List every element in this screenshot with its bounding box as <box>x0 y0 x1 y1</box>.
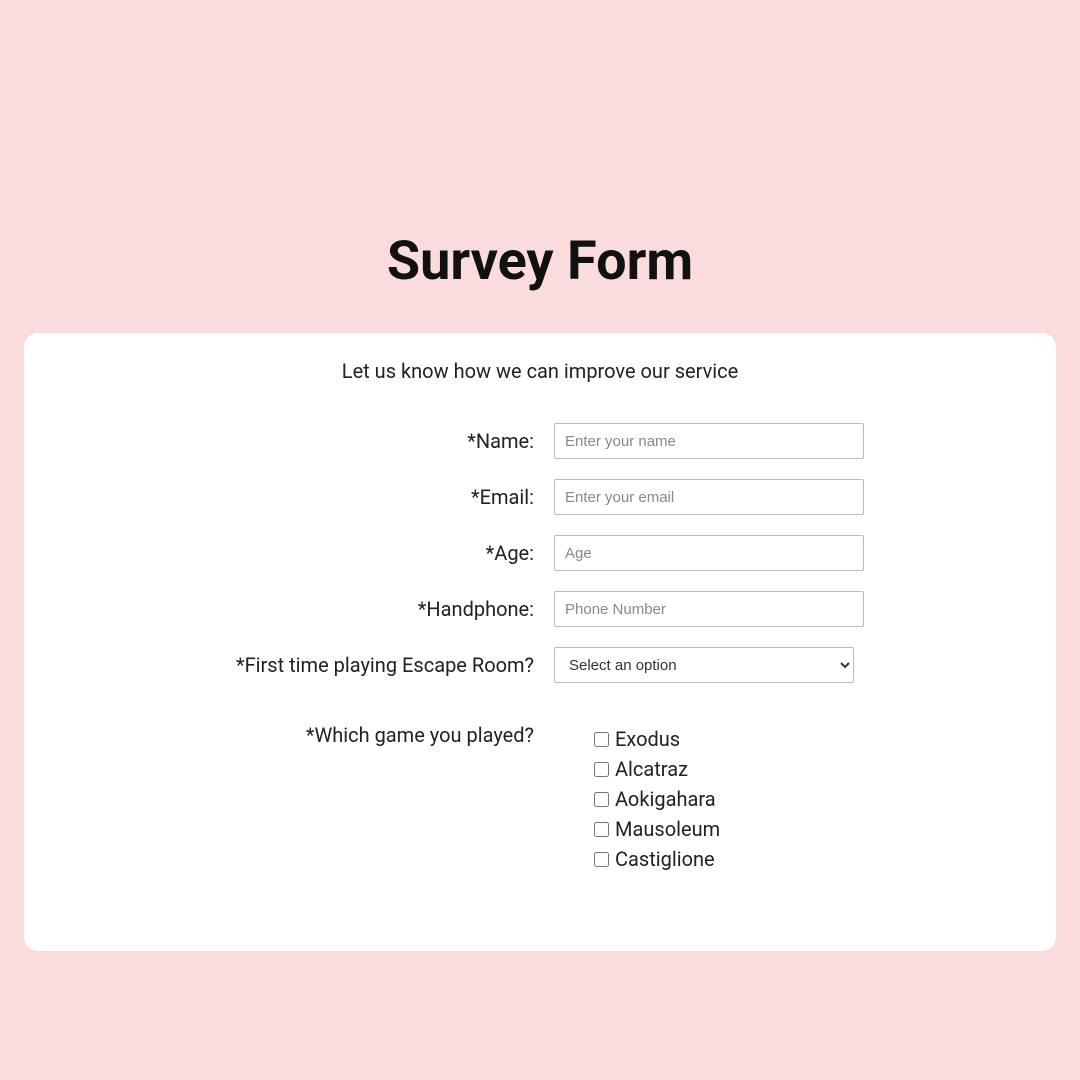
label-age: *Age: <box>64 541 534 565</box>
checkbox-group-games: Exodus Alcatraz Aokigahara Mausoleum Cas… <box>554 723 1016 871</box>
row-games: *Which game you played? Exodus Alcatraz … <box>64 723 1016 871</box>
row-age: *Age: <box>64 535 1016 571</box>
checkbox-aokigahara[interactable] <box>594 792 609 807</box>
row-email: *Email: <box>64 479 1016 515</box>
form-card: Let us know how we can improve our servi… <box>24 333 1056 951</box>
label-handphone: *Handphone: <box>64 597 534 621</box>
checkbox-item-castiglione[interactable]: Castiglione <box>594 847 1016 871</box>
checkbox-label-castiglione: Castiglione <box>615 847 715 871</box>
checkbox-alcatraz[interactable] <box>594 762 609 777</box>
input-handphone[interactable] <box>554 591 864 627</box>
label-first-time: *First time playing Escape Room? <box>64 653 534 677</box>
checkbox-exodus[interactable] <box>594 732 609 747</box>
row-first-time: *First time playing Escape Room? Select … <box>64 647 1016 683</box>
subtitle: Let us know how we can improve our servi… <box>64 353 1016 423</box>
checkbox-label-alcatraz: Alcatraz <box>615 757 688 781</box>
checkbox-item-aokigahara[interactable]: Aokigahara <box>594 787 1016 811</box>
input-age[interactable] <box>554 535 864 571</box>
checkbox-item-exodus[interactable]: Exodus <box>594 727 1016 751</box>
checkbox-item-alcatraz[interactable]: Alcatraz <box>594 757 1016 781</box>
checkbox-label-exodus: Exodus <box>615 727 680 751</box>
checkbox-item-mausoleum[interactable]: Mausoleum <box>594 817 1016 841</box>
label-email: *Email: <box>64 485 534 509</box>
checkbox-mausoleum[interactable] <box>594 822 609 837</box>
input-email[interactable] <box>554 479 864 515</box>
checkbox-castiglione[interactable] <box>594 852 609 867</box>
label-name: *Name: <box>64 429 534 453</box>
input-name[interactable] <box>554 423 864 459</box>
select-first-time[interactable]: Select an option <box>554 647 854 683</box>
label-games: *Which game you played? <box>64 723 534 747</box>
page-title: Survey Form <box>0 0 1080 333</box>
row-handphone: *Handphone: <box>64 591 1016 627</box>
checkbox-label-aokigahara: Aokigahara <box>615 787 716 811</box>
row-name: *Name: <box>64 423 1016 459</box>
checkbox-label-mausoleum: Mausoleum <box>615 817 720 841</box>
